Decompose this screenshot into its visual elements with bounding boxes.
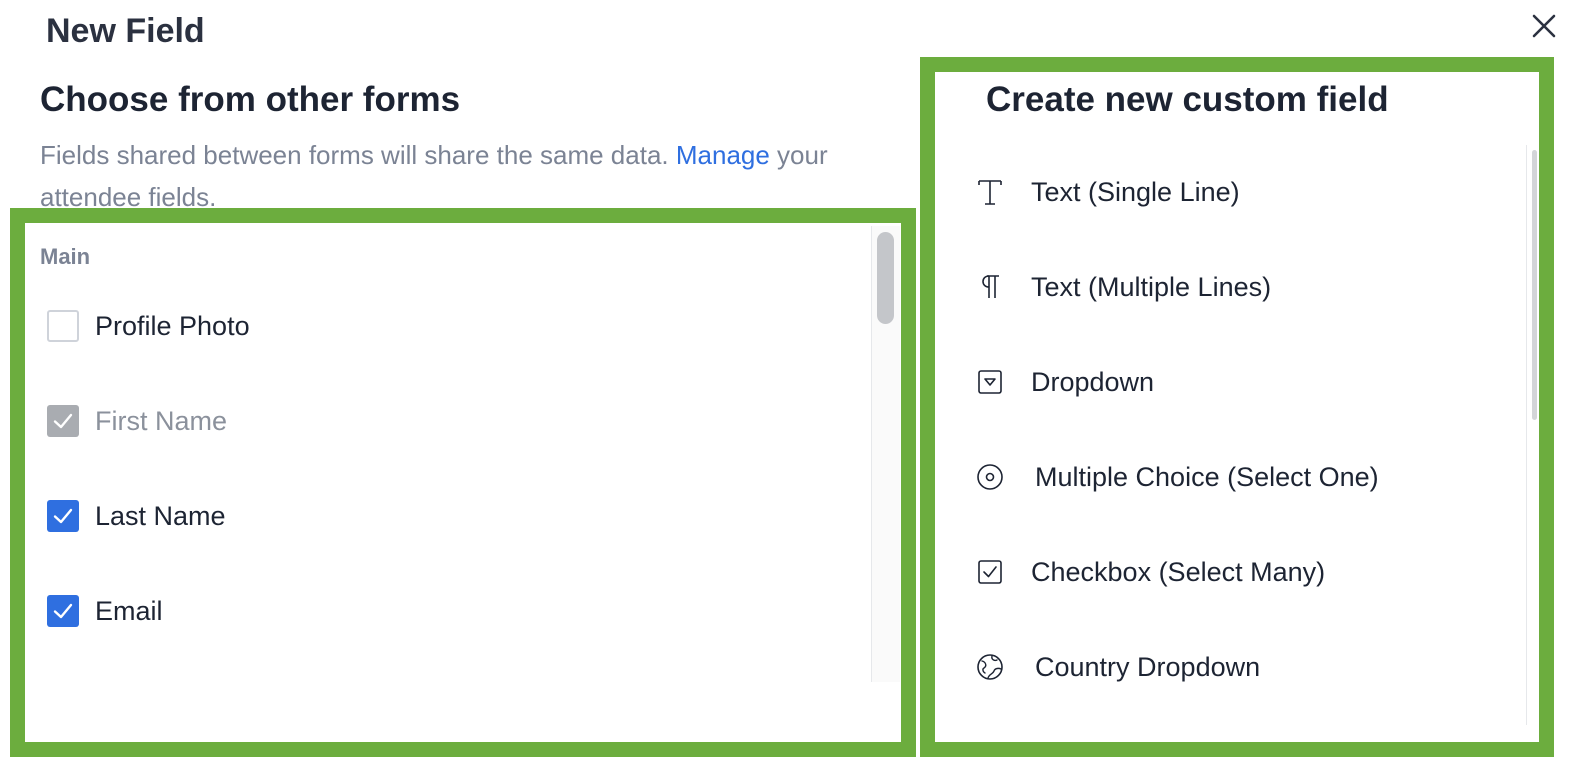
left-scrollbar-thumb[interactable] — [877, 232, 894, 324]
new-field-dialog: New Field Choose from other forms Fields… — [0, 0, 1582, 777]
checkbox-icon — [975, 557, 1005, 587]
right-scrollbar-thumb[interactable] — [1532, 150, 1537, 420]
field-label: Profile Photo — [95, 310, 250, 341]
close-icon — [1532, 14, 1556, 38]
paragraph-icon — [975, 272, 1005, 302]
field-label: Email — [95, 595, 163, 626]
globe-icon — [975, 652, 1005, 682]
field-type-dropdown[interactable]: Dropdown — [975, 362, 1154, 402]
dropdown-icon — [975, 367, 1005, 397]
left-panel-heading: Choose from other forms — [40, 80, 461, 119]
field-type-label: Multiple Choice (Select One) — [1035, 461, 1379, 492]
checkbox-unchecked[interactable] — [47, 310, 79, 342]
field-type-label: Dropdown — [1031, 366, 1155, 397]
checkbox-checked[interactable] — [47, 500, 79, 532]
field-type-label: Text (Multiple Lines) — [1031, 271, 1272, 302]
right-panel-heading: Create new custom field — [986, 80, 1389, 119]
field-email[interactable]: Email — [47, 594, 163, 628]
field-type-text-multiple[interactable]: Text (Multiple Lines) — [975, 267, 1271, 307]
checkmark-icon — [53, 413, 73, 429]
checkmark-icon — [53, 508, 73, 524]
manage-link[interactable]: Manage — [676, 140, 770, 170]
section-label-main: Main — [40, 244, 91, 269]
left-panel-highlight — [10, 208, 916, 757]
field-label: First Name — [95, 405, 228, 436]
field-label: Last Name — [95, 500, 226, 531]
checkbox-checked[interactable] — [47, 595, 79, 627]
field-profile-photo[interactable]: Profile Photo — [47, 309, 250, 343]
field-first-name: First Name — [47, 404, 227, 438]
field-type-label: Text (Single Line) — [1031, 176, 1240, 207]
field-type-multiple-choice[interactable]: Multiple Choice (Select One) — [975, 457, 1379, 497]
close-button[interactable] — [1526, 8, 1562, 44]
field-type-label: Checkbox (Select Many) — [1031, 556, 1326, 587]
field-type-country-dropdown[interactable]: Country Dropdown — [975, 647, 1260, 687]
checkbox-disabled — [47, 405, 79, 437]
right-scrollbar-track[interactable] — [1526, 145, 1527, 725]
field-type-text-single[interactable]: Text (Single Line) — [975, 172, 1240, 212]
radio-icon — [975, 462, 1005, 492]
dialog-title: New Field — [46, 12, 205, 50]
checkmark-icon — [53, 603, 73, 619]
field-last-name[interactable]: Last Name — [47, 499, 226, 533]
left-panel-description: Fields shared between forms will share t… — [40, 134, 890, 218]
field-type-label: Country Dropdown — [1035, 651, 1261, 682]
field-type-checkbox[interactable]: Checkbox (Select Many) — [975, 552, 1325, 592]
text-icon — [975, 177, 1005, 207]
description-text: Fields shared between forms will share t… — [40, 140, 676, 170]
